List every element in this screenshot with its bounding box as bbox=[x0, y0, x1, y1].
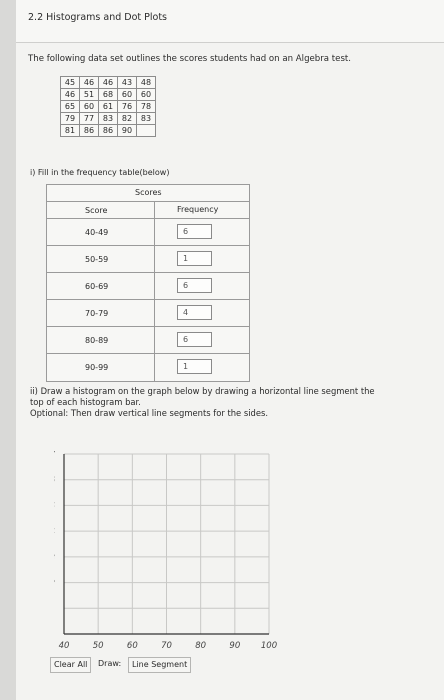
score-range-label: 80-89 bbox=[85, 336, 109, 345]
column-header-frequency: Frequency bbox=[177, 205, 219, 214]
y-tick-label: 4 bbox=[54, 527, 55, 536]
frequency-input[interactable]: 4 bbox=[177, 305, 212, 320]
question-2-line-3: Optional: Then draw vertical line segmen… bbox=[30, 408, 269, 418]
line-segment-tool-button[interactable]: Line Segment bbox=[128, 657, 192, 673]
data-cell: 45 bbox=[60, 76, 80, 89]
histogram-graph-canvas[interactable]: 7 6 5 4 3 2 1 40 50 60 70 80 90 100 bbox=[54, 448, 426, 658]
question-1: i) Fill in the frequency table(below) bbox=[30, 168, 170, 177]
data-cell: 46 bbox=[79, 76, 99, 89]
data-cell: 77 bbox=[79, 112, 99, 125]
question-2-line-1: ii) Draw a histogram on the graph below … bbox=[30, 386, 375, 396]
data-cell: 60 bbox=[136, 88, 156, 101]
y-tick-label: 5 bbox=[54, 501, 55, 510]
y-tick-label: 2 bbox=[54, 579, 55, 588]
data-cell: 60 bbox=[79, 100, 99, 113]
x-tick-label: 60 bbox=[127, 641, 138, 651]
x-tick-label: 80 bbox=[195, 641, 206, 651]
y-tick-label: 7 bbox=[54, 450, 56, 459]
data-row: 45 46 46 43 48 bbox=[60, 76, 156, 89]
data-cell: 78 bbox=[136, 100, 156, 113]
frequency-input[interactable]: 1 bbox=[177, 359, 212, 374]
data-cell: 82 bbox=[117, 112, 137, 125]
data-cell: 76 bbox=[117, 100, 137, 113]
data-row: 65 60 61 76 78 bbox=[60, 100, 156, 113]
data-cell: 68 bbox=[98, 88, 118, 101]
data-cell: 86 bbox=[79, 124, 99, 137]
column-header-score: Score bbox=[85, 206, 108, 215]
page-title: 2.2 Histograms and Dot Plots bbox=[28, 12, 167, 23]
y-tick-label: 3 bbox=[54, 553, 55, 562]
worksheet: 2.2 Histograms and Dot Plots The followi… bbox=[16, 0, 444, 700]
data-row: 46 51 68 60 60 bbox=[60, 88, 156, 101]
score-range-label: 90-99 bbox=[85, 363, 109, 372]
data-cell: 79 bbox=[60, 112, 80, 125]
x-tick-label: 90 bbox=[229, 641, 240, 651]
clear-all-button[interactable]: Clear All bbox=[50, 657, 92, 673]
frequency-input[interactable]: 6 bbox=[177, 278, 212, 293]
x-tick-label: 40 bbox=[59, 641, 70, 651]
data-set-table: 45 46 46 43 48 46 51 68 60 60 65 60 61 76 78 79 77 83 82 83… bbox=[60, 76, 156, 137]
frequency-input[interactable]: 6 bbox=[177, 332, 212, 347]
table-caption: Scores bbox=[135, 188, 162, 197]
draw-label: Draw: bbox=[98, 659, 122, 668]
data-cell: 83 bbox=[98, 112, 118, 125]
frequency-table: Scores Score Frequency 40-49 6 50-59 1 60-69… bbox=[46, 184, 250, 382]
score-range-label: 40-49 bbox=[85, 228, 109, 237]
data-cell: 86 bbox=[98, 124, 118, 137]
x-tick-label: 100 bbox=[261, 641, 277, 651]
frequency-input[interactable]: 6 bbox=[177, 224, 212, 239]
data-cell: 90 bbox=[117, 124, 137, 137]
y-tick-label: 6 bbox=[54, 476, 55, 485]
data-cell: 48 bbox=[136, 76, 156, 89]
data-row: 81 86 86 90 bbox=[60, 124, 156, 137]
frequency-input[interactable]: 1 bbox=[177, 251, 212, 266]
data-cell: 60 bbox=[117, 88, 137, 101]
score-range-label: 50-59 bbox=[85, 255, 109, 264]
data-row: 79 77 83 82 83 bbox=[60, 112, 156, 125]
data-cell: 43 bbox=[117, 76, 137, 89]
data-cell: 51 bbox=[79, 88, 99, 101]
x-tick-label: 50 bbox=[93, 641, 104, 651]
data-cell: 81 bbox=[60, 124, 80, 137]
data-cell: 46 bbox=[60, 88, 80, 101]
data-cell: 83 bbox=[136, 112, 156, 125]
header-bar: 2.2 Histograms and Dot Plots bbox=[16, 0, 444, 43]
data-cell: 46 bbox=[98, 76, 118, 89]
score-range-label: 60-69 bbox=[85, 282, 109, 291]
intro-text: The following data set outlines the scor… bbox=[28, 54, 352, 64]
y-tick-label: 1 bbox=[54, 604, 55, 613]
data-cell bbox=[136, 124, 156, 137]
data-cell: 65 bbox=[60, 100, 80, 113]
data-cell: 61 bbox=[98, 100, 118, 113]
score-range-label: 70-79 bbox=[85, 309, 109, 318]
x-tick-label: 70 bbox=[161, 641, 172, 651]
question-2-line-2: top of each histogram bar. bbox=[30, 397, 141, 407]
